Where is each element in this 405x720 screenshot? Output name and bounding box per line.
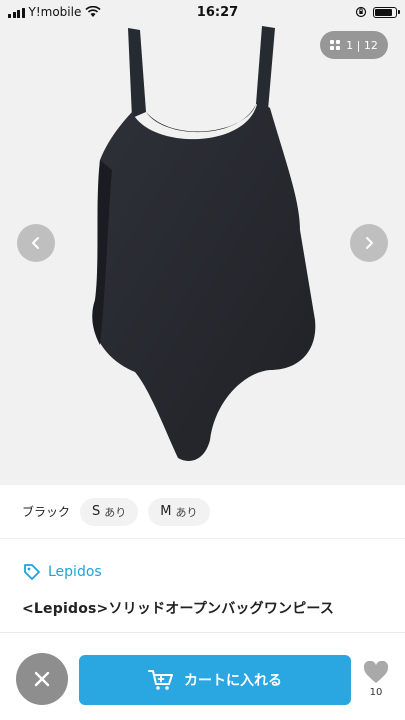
bottom-action-bar: カートに入れる 10 — [0, 632, 405, 720]
size-option-m[interactable]: M あり — [148, 497, 210, 526]
like-count: 10 — [369, 687, 383, 698]
brand-name: Lepidos — [48, 564, 102, 580]
image-counter[interactable]: 1 | 12 — [320, 31, 388, 59]
rotation-lock-icon — [355, 6, 367, 18]
chevron-left-icon — [32, 237, 39, 249]
wifi-icon — [85, 6, 101, 17]
size-label: M — [160, 504, 172, 519]
stock-label: あり — [104, 505, 127, 519]
clock: 16:27 — [196, 4, 239, 20]
chevron-right-icon — [366, 237, 373, 249]
add-to-cart-label: カートに入れる — [184, 673, 282, 689]
swimsuit-photo — [92, 26, 316, 461]
color-label: ブラック — [22, 505, 71, 519]
variant-selector: ブラック S あり M あり — [0, 485, 405, 539]
grid-icon — [330, 40, 341, 50]
battery-icon — [373, 6, 400, 18]
close-button[interactable] — [16, 653, 68, 705]
next-image-button[interactable] — [350, 224, 388, 262]
image-counter-text: 1 | 12 — [346, 38, 378, 52]
product-title: <Lepidos>ソリッドオープンバッグワンピース — [22, 601, 335, 617]
signal-icon — [8, 7, 25, 18]
size-label: S — [92, 504, 101, 519]
previous-image-button[interactable] — [17, 224, 55, 262]
product-image[interactable]: 1 | 12 — [0, 0, 405, 485]
tag-icon — [24, 564, 40, 580]
brand-link[interactable]: Lepidos — [22, 562, 102, 582]
cart-icon — [148, 670, 173, 690]
heart-icon — [363, 661, 389, 683]
close-icon — [34, 671, 50, 687]
carrier-name: Y!mobile — [28, 5, 82, 19]
stock-label: あり — [175, 505, 198, 519]
status-bar: Y!mobile 16:27 — [0, 0, 405, 24]
like-button[interactable]: 10 — [361, 661, 391, 698]
size-option-s[interactable]: S あり — [80, 497, 139, 526]
add-to-cart-button[interactable]: カートに入れる — [79, 655, 351, 705]
